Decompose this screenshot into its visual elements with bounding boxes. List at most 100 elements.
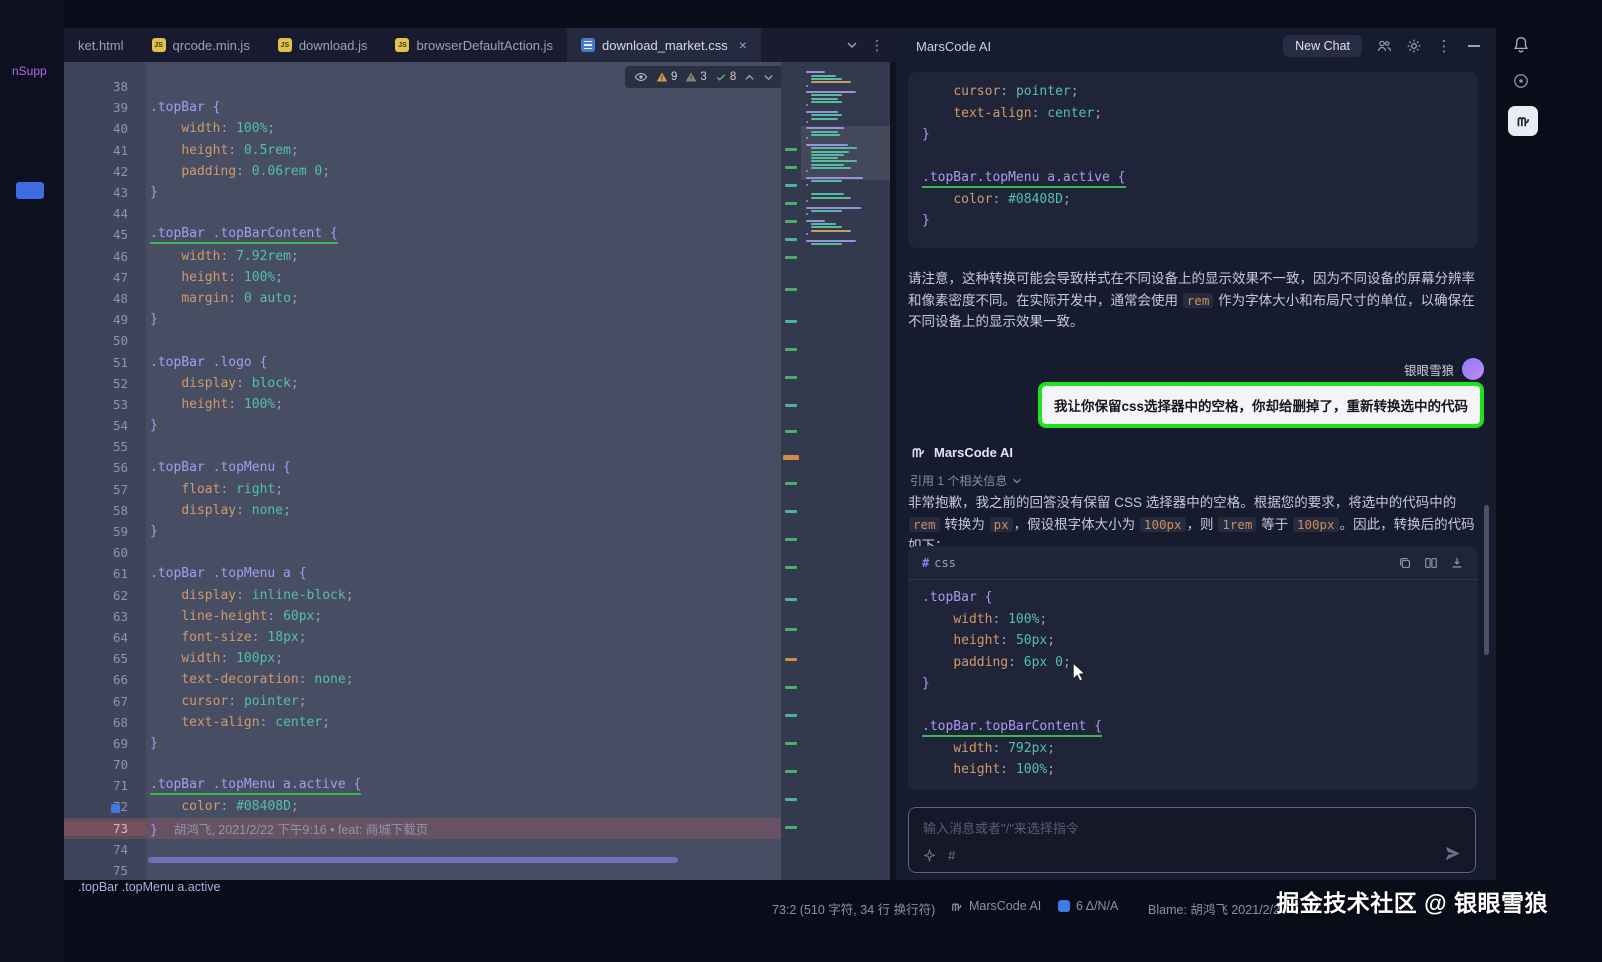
- breadcrumb[interactable]: .topBar .topMenu a.active: [78, 880, 220, 894]
- code-line-58[interactable]: 58 display: none;: [64, 500, 781, 521]
- prompt-sparkle-icon[interactable]: [923, 849, 936, 862]
- stripe-mark[interactable]: [785, 628, 797, 631]
- code-line-47[interactable]: 47 height: 100%;: [64, 267, 781, 288]
- code-line-45[interactable]: 45.topBar .topBarContent {: [64, 224, 781, 245]
- chat-input[interactable]: 输入消息或者"/"来选择指令 #: [908, 807, 1476, 873]
- minimap[interactable]: [801, 62, 890, 880]
- code-line-56[interactable]: 56.topBar .topMenu {: [64, 457, 781, 478]
- marscode-tool-window-icon[interactable]: [1508, 106, 1538, 136]
- code-line-66[interactable]: 66 text-decoration: none;: [64, 669, 781, 690]
- code-line-54[interactable]: 54}: [64, 415, 781, 436]
- close-tab-icon[interactable]: ×: [739, 38, 747, 52]
- code-line-57[interactable]: 57 float: right;: [64, 479, 781, 500]
- code-line-43[interactable]: 43}: [64, 182, 781, 203]
- highlighting-eye-icon[interactable]: [634, 70, 648, 84]
- code-line-48[interactable]: 48 margin: 0 auto;: [64, 288, 781, 309]
- stripe-mark[interactable]: [785, 238, 797, 241]
- code-line-41[interactable]: 41 height: 0.5rem;: [64, 140, 781, 161]
- stripe-mark[interactable]: [785, 770, 797, 773]
- blame-status[interactable]: Blame: 胡鸿飞 2021/2/2: [1148, 899, 1280, 918]
- hash-command-icon[interactable]: #: [948, 848, 955, 863]
- stripe-mark[interactable]: [785, 598, 797, 601]
- panel-scrollbar[interactable]: [1484, 505, 1489, 655]
- code-line-71[interactable]: 71.topBar .topMenu a.active {: [64, 775, 781, 796]
- passed-count[interactable]: 8: [715, 71, 736, 83]
- stripe-mark[interactable]: [785, 320, 797, 323]
- code-line-42[interactable]: 42 padding: 0.06rem 0;: [64, 161, 781, 182]
- stripe-mark[interactable]: [785, 376, 797, 379]
- code-line-50[interactable]: 50: [64, 330, 781, 351]
- copy-icon[interactable]: [1398, 556, 1412, 570]
- code-line-73[interactable]: 73}胡鸿飞, 2021/2/22 下午9:16 • feat: 商城下载页: [64, 818, 781, 839]
- code-line-40[interactable]: 40 width: 100%;: [64, 118, 781, 139]
- people-icon[interactable]: [1376, 38, 1392, 54]
- notifications-bell-icon[interactable]: [1512, 36, 1530, 54]
- stripe-mark[interactable]: [785, 148, 797, 151]
- code-line-39[interactable]: 39.topBar {: [64, 97, 781, 118]
- stripe-mark[interactable]: [785, 658, 797, 661]
- warnings-count[interactable]: 9: [656, 71, 677, 83]
- code-line-52[interactable]: 52 display: block;: [64, 373, 781, 394]
- send-icon[interactable]: [1444, 845, 1461, 862]
- stripe-mark[interactable]: [785, 742, 797, 745]
- stripe-mark[interactable]: [785, 256, 797, 259]
- tool-window-button[interactable]: [16, 182, 44, 199]
- minimize-icon[interactable]: [1466, 38, 1482, 54]
- ai-chat-tool-icon[interactable]: [1512, 72, 1530, 90]
- stripe-mark[interactable]: [785, 404, 797, 407]
- marscode-status[interactable]: MarsCode AI: [950, 899, 1041, 913]
- stripe-mark[interactable]: [785, 348, 797, 351]
- code-line-68[interactable]: 68 text-align: center;: [64, 712, 781, 733]
- tab-ket.html[interactable]: ket.html: [64, 28, 138, 62]
- stripe-mark[interactable]: [785, 220, 797, 223]
- code-line-44[interactable]: 44: [64, 203, 781, 224]
- code-line-63[interactable]: 63 line-height: 60px;: [64, 606, 781, 627]
- chevron-down-icon[interactable]: [846, 39, 858, 51]
- code-line-70[interactable]: 70: [64, 754, 781, 775]
- caret-position-status[interactable]: 73:2 (510 字符, 34 行 换行符): [772, 899, 935, 918]
- error-stripe[interactable]: [781, 62, 801, 880]
- stripe-mark[interactable]: [785, 566, 797, 569]
- code-line-64[interactable]: 64 font-size: 18px;: [64, 627, 781, 648]
- next-problem-icon[interactable]: [763, 72, 774, 83]
- horizontal-scrollbar[interactable]: [148, 857, 678, 863]
- stripe-mark[interactable]: [783, 455, 799, 460]
- code-line-69[interactable]: 69}: [64, 733, 781, 754]
- stripe-mark[interactable]: [785, 510, 797, 513]
- stripe-mark[interactable]: [785, 686, 797, 689]
- new-chat-button[interactable]: New Chat: [1283, 35, 1362, 57]
- code-line-59[interactable]: 59}: [64, 521, 781, 542]
- code-line-53[interactable]: 53 height: 100%;: [64, 394, 781, 415]
- code-line-65[interactable]: 65 width: 100px;: [64, 648, 781, 669]
- stripe-mark[interactable]: [785, 430, 797, 433]
- code-line-60[interactable]: 60: [64, 542, 781, 563]
- gear-icon[interactable]: [1406, 38, 1422, 54]
- tab-download.js[interactable]: JSdownload.js: [264, 28, 382, 62]
- stripe-mark[interactable]: [785, 482, 797, 485]
- code-line-46[interactable]: 46 width: 7.92rem;: [64, 246, 781, 267]
- sync-status[interactable]: 6 Δ/N/A: [1058, 899, 1118, 913]
- stripe-mark[interactable]: [785, 184, 797, 187]
- code-line-61[interactable]: 61.topBar .topMenu a {: [64, 563, 781, 584]
- more-options-icon[interactable]: ⋮: [870, 37, 884, 54]
- diff-icon[interactable]: [1424, 556, 1438, 570]
- stripe-mark[interactable]: [785, 288, 797, 291]
- code-line-67[interactable]: 67 cursor: pointer;: [64, 690, 781, 711]
- insert-icon[interactable]: [1450, 556, 1464, 570]
- stripe-mark[interactable]: [785, 538, 797, 541]
- tab-qrcode.min.js[interactable]: JSqrcode.min.js: [138, 28, 264, 62]
- stripe-mark[interactable]: [785, 826, 797, 829]
- quoted-context-toggle[interactable]: 引用 1 个相关信息: [910, 472, 1022, 489]
- tab-browserDefaultAction.js[interactable]: JSbrowserDefaultAction.js: [381, 28, 567, 62]
- code-line-72[interactable]: 72 color: #08408D;: [64, 796, 781, 817]
- code-line-49[interactable]: 49}: [64, 309, 781, 330]
- weak-warnings-count[interactable]: 3: [685, 71, 706, 83]
- code-line-55[interactable]: 55: [64, 436, 781, 457]
- stripe-mark[interactable]: [785, 798, 797, 801]
- stripe-mark[interactable]: [785, 714, 797, 717]
- more-options-icon[interactable]: ⋮: [1436, 38, 1452, 54]
- code-line-51[interactable]: 51.topBar .logo {: [64, 351, 781, 372]
- stripe-mark[interactable]: [785, 166, 797, 169]
- stripe-mark[interactable]: [785, 202, 797, 205]
- code-line-62[interactable]: 62 display: inline-block;: [64, 585, 781, 606]
